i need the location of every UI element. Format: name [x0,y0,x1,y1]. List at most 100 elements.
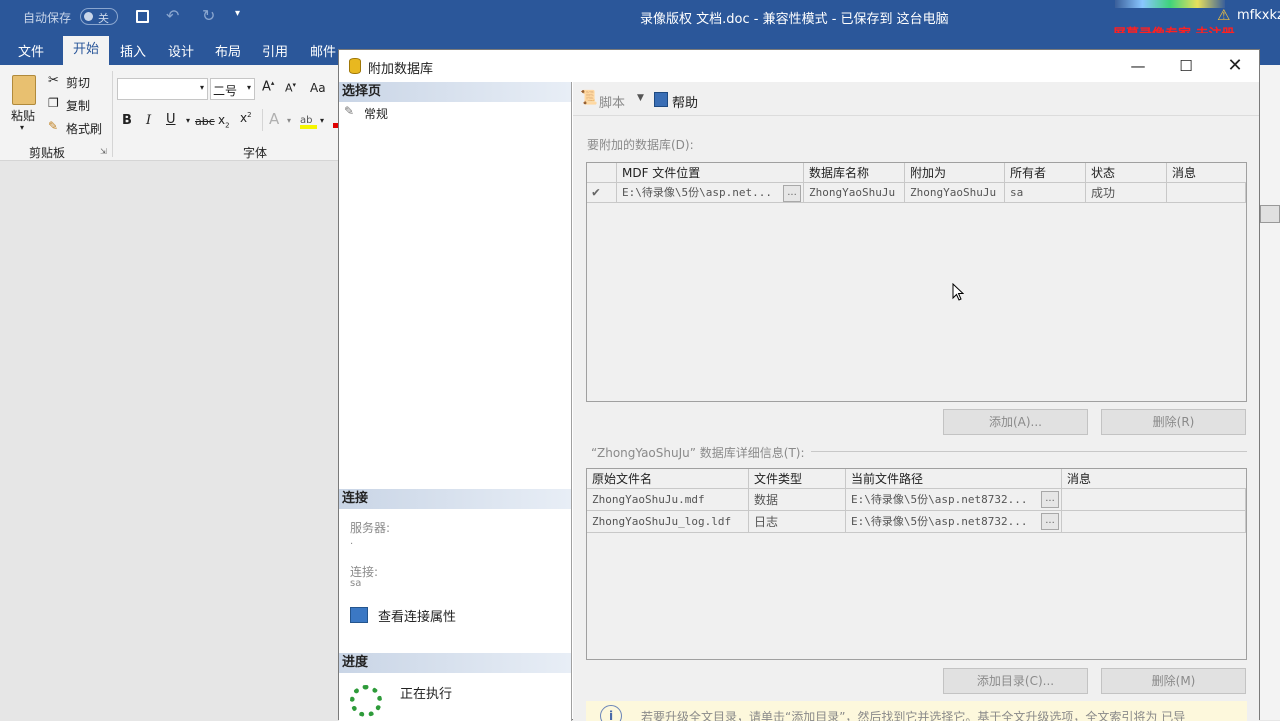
server-label: 服务器: [350,521,391,535]
minimize-button[interactable]: — [1114,50,1162,82]
copy-icon: ❐ [48,96,59,110]
server-value: . [350,536,354,547]
bold-icon[interactable]: B [122,113,132,128]
clipboard-group-label: 剪贴板 [29,146,66,160]
save-icon[interactable] [136,10,149,23]
cell-status: 成功 [1086,183,1167,203]
change-case-button[interactable]: Aa [310,81,326,95]
word-title-bar: 自动保存 关 ↶ ↻ ▾ 录像版权 文档.doc - 兼容性模式 - 已保存到 … [0,0,1280,42]
cell-current-file-path: E:\待录像\5份\asp.net8732... [846,489,1062,511]
tab-home[interactable]: 开始 [63,36,109,65]
col-original-file-name: 原始文件名 [587,469,749,489]
text-effects-icon[interactable]: A [269,110,279,128]
attach-section-label: 要附加的数据库(D): [587,138,694,152]
wrench-icon: ✎ [344,104,355,118]
attach-databases-grid: MDF 文件位置 数据库名称 附加为 所有者 状态 消息 ✔ E:\待录像\5份… [586,162,1247,402]
database-icon [349,58,361,74]
customize-qat-icon[interactable]: ▾ [235,8,240,19]
cut-button[interactable]: 剪切 [66,74,90,91]
right-pane: 📜 脚本 ▼ 帮助 要附加的数据库(D): MDF 文件位置 数据库名称 附加为… [573,82,1259,721]
tab-references[interactable]: 引用 [262,41,288,60]
autosave-label: 自动保存 [23,11,72,25]
col-database-name: 数据库名称 [804,163,905,183]
page-item-general[interactable]: ✎ 常规 [344,104,464,122]
select-page-header: 选择页 [339,82,571,102]
underline-dropdown-icon[interactable]: ▾ [186,116,190,125]
dialog-toolbar: 📜 脚本 ▼ 帮助 [573,82,1259,116]
underline-icon[interactable]: U [166,112,176,127]
strikethrough-icon[interactable]: abc [195,115,215,128]
view-connection-properties-link[interactable]: 查看连接属性 [378,606,456,625]
tab-file[interactable]: 文件 [18,41,44,60]
grow-font-icon[interactable]: A▴ [262,79,274,94]
redo-icon[interactable]: ↻ [202,6,215,25]
connection-header: 连接 [339,489,571,509]
check-icon: ✔ [587,183,617,203]
ribbon-home: 粘贴 ▾ ✂ 剪切 ❐ 复制 ✎ 格式刷 剪贴板 ⇲ ▾ 二号 ▾ A▴ A▾ … [0,65,340,161]
info-banner: i 若要升级全文目录，请单击“添加目录”，然后找到它并选择它。基于全文升级选项，… [586,701,1247,721]
cell-attach-as[interactable]: ZhongYaoShuJu [905,183,1005,203]
browse-path-button[interactable]: ... [1041,513,1059,530]
italic-icon[interactable]: I [146,113,151,128]
autosave-toggle[interactable]: 关 [80,8,118,25]
tab-insert[interactable]: 插入 [120,41,146,60]
dialog-title: 附加数据库 [368,62,434,77]
col-details-message: 消息 [1067,472,1092,486]
format-painter-button[interactable]: 格式刷 [66,120,102,137]
cell-message [1167,183,1246,203]
cell-details-message [1062,511,1246,533]
text-effects-dropdown-icon[interactable]: ▾ [287,116,291,125]
close-button[interactable]: ✕ [1211,50,1259,82]
database-details-grid: 原始文件名 文件类型 当前文件路径 消息 ZhongYaoShuJu.mdf 数… [586,468,1247,660]
highlight-dropdown-icon[interactable]: ▾ [320,116,324,125]
maximize-button[interactable]: ☐ [1162,50,1210,82]
attach-grid-header: MDF 文件位置 数据库名称 附加为 所有者 状态 消息 [587,163,1246,183]
progress-header: 进度 [339,653,571,673]
details-divider [811,451,1247,452]
cell-owner[interactable]: sa [1005,183,1086,203]
info-icon: i [600,705,622,721]
warning-icon: ⚠ [1217,6,1231,24]
font-name-combo[interactable]: ▾ [117,78,208,100]
paste-icon[interactable] [12,75,36,105]
remove-catalog-button[interactable]: 删除(M) [1101,668,1246,694]
table-row[interactable]: ZhongYaoShuJu_log.ldf 日志 E:\待录像\5份\asp.n… [587,511,1246,533]
font-group-label: 字体 [243,146,268,160]
connection-properties-icon [350,607,368,623]
script-icon: 📜 [580,90,598,106]
undo-icon[interactable]: ↶ [166,6,179,25]
left-pane: 选择页 ✎ 常规 连接 服务器: . 连接: sa 查看连接属性 进度 正在执行 [339,82,572,721]
table-row[interactable]: ZhongYaoShuJu.mdf 数据 E:\待录像\5份\asp.net87… [587,489,1246,511]
browse-mdf-button[interactable]: ... [783,185,801,202]
remove-database-button[interactable]: 删除(R) [1101,409,1246,435]
col-status: 状态 [1086,163,1167,183]
tab-design[interactable]: 设计 [168,41,194,60]
details-section-label: “ZhongYaoShuJu” 数据库详细信息(T): [591,446,805,460]
tab-mailings[interactable]: 邮件 [310,41,336,60]
add-database-button[interactable]: 添加(A)... [943,409,1088,435]
highlight-icon[interactable]: ab [300,112,317,129]
tab-layout[interactable]: 布局 [215,41,241,60]
subscript-icon[interactable]: x2 [218,113,230,129]
col-message: 消息 [1172,166,1197,180]
browse-path-button[interactable]: ... [1041,491,1059,508]
script-dropdown-icon[interactable]: ▼ [637,93,644,103]
table-row[interactable]: ✔ E:\待录像\5份\asp.net... ... ZhongYaoShuJu… [587,183,1246,204]
help-button[interactable]: 帮助 [654,90,714,111]
mouse-cursor-icon [952,283,964,301]
superscript-icon[interactable]: x2 [240,111,252,125]
help-icon [654,92,668,107]
col-mdf-location: MDF 文件位置 [617,163,804,183]
cell-mdf-location: E:\待录像\5份\asp.net... [617,183,804,203]
progress-spinner-icon [350,685,382,717]
paste-dropdown-icon[interactable]: ▾ [20,123,24,132]
word-right-edge [1260,65,1280,720]
add-catalog-button[interactable]: 添加目录(C)... [943,668,1088,694]
dialog-launcher-icon[interactable]: ⇲ [100,147,107,156]
font-size-combo[interactable]: 二号 ▾ [210,78,255,100]
copy-button[interactable]: 复制 [66,97,90,114]
page-item-label: 常规 [364,107,389,121]
paste-button[interactable]: 粘贴 [11,107,35,124]
shrink-font-icon[interactable]: A▾ [285,81,296,95]
chevron-down-icon: ▾ [246,83,251,92]
